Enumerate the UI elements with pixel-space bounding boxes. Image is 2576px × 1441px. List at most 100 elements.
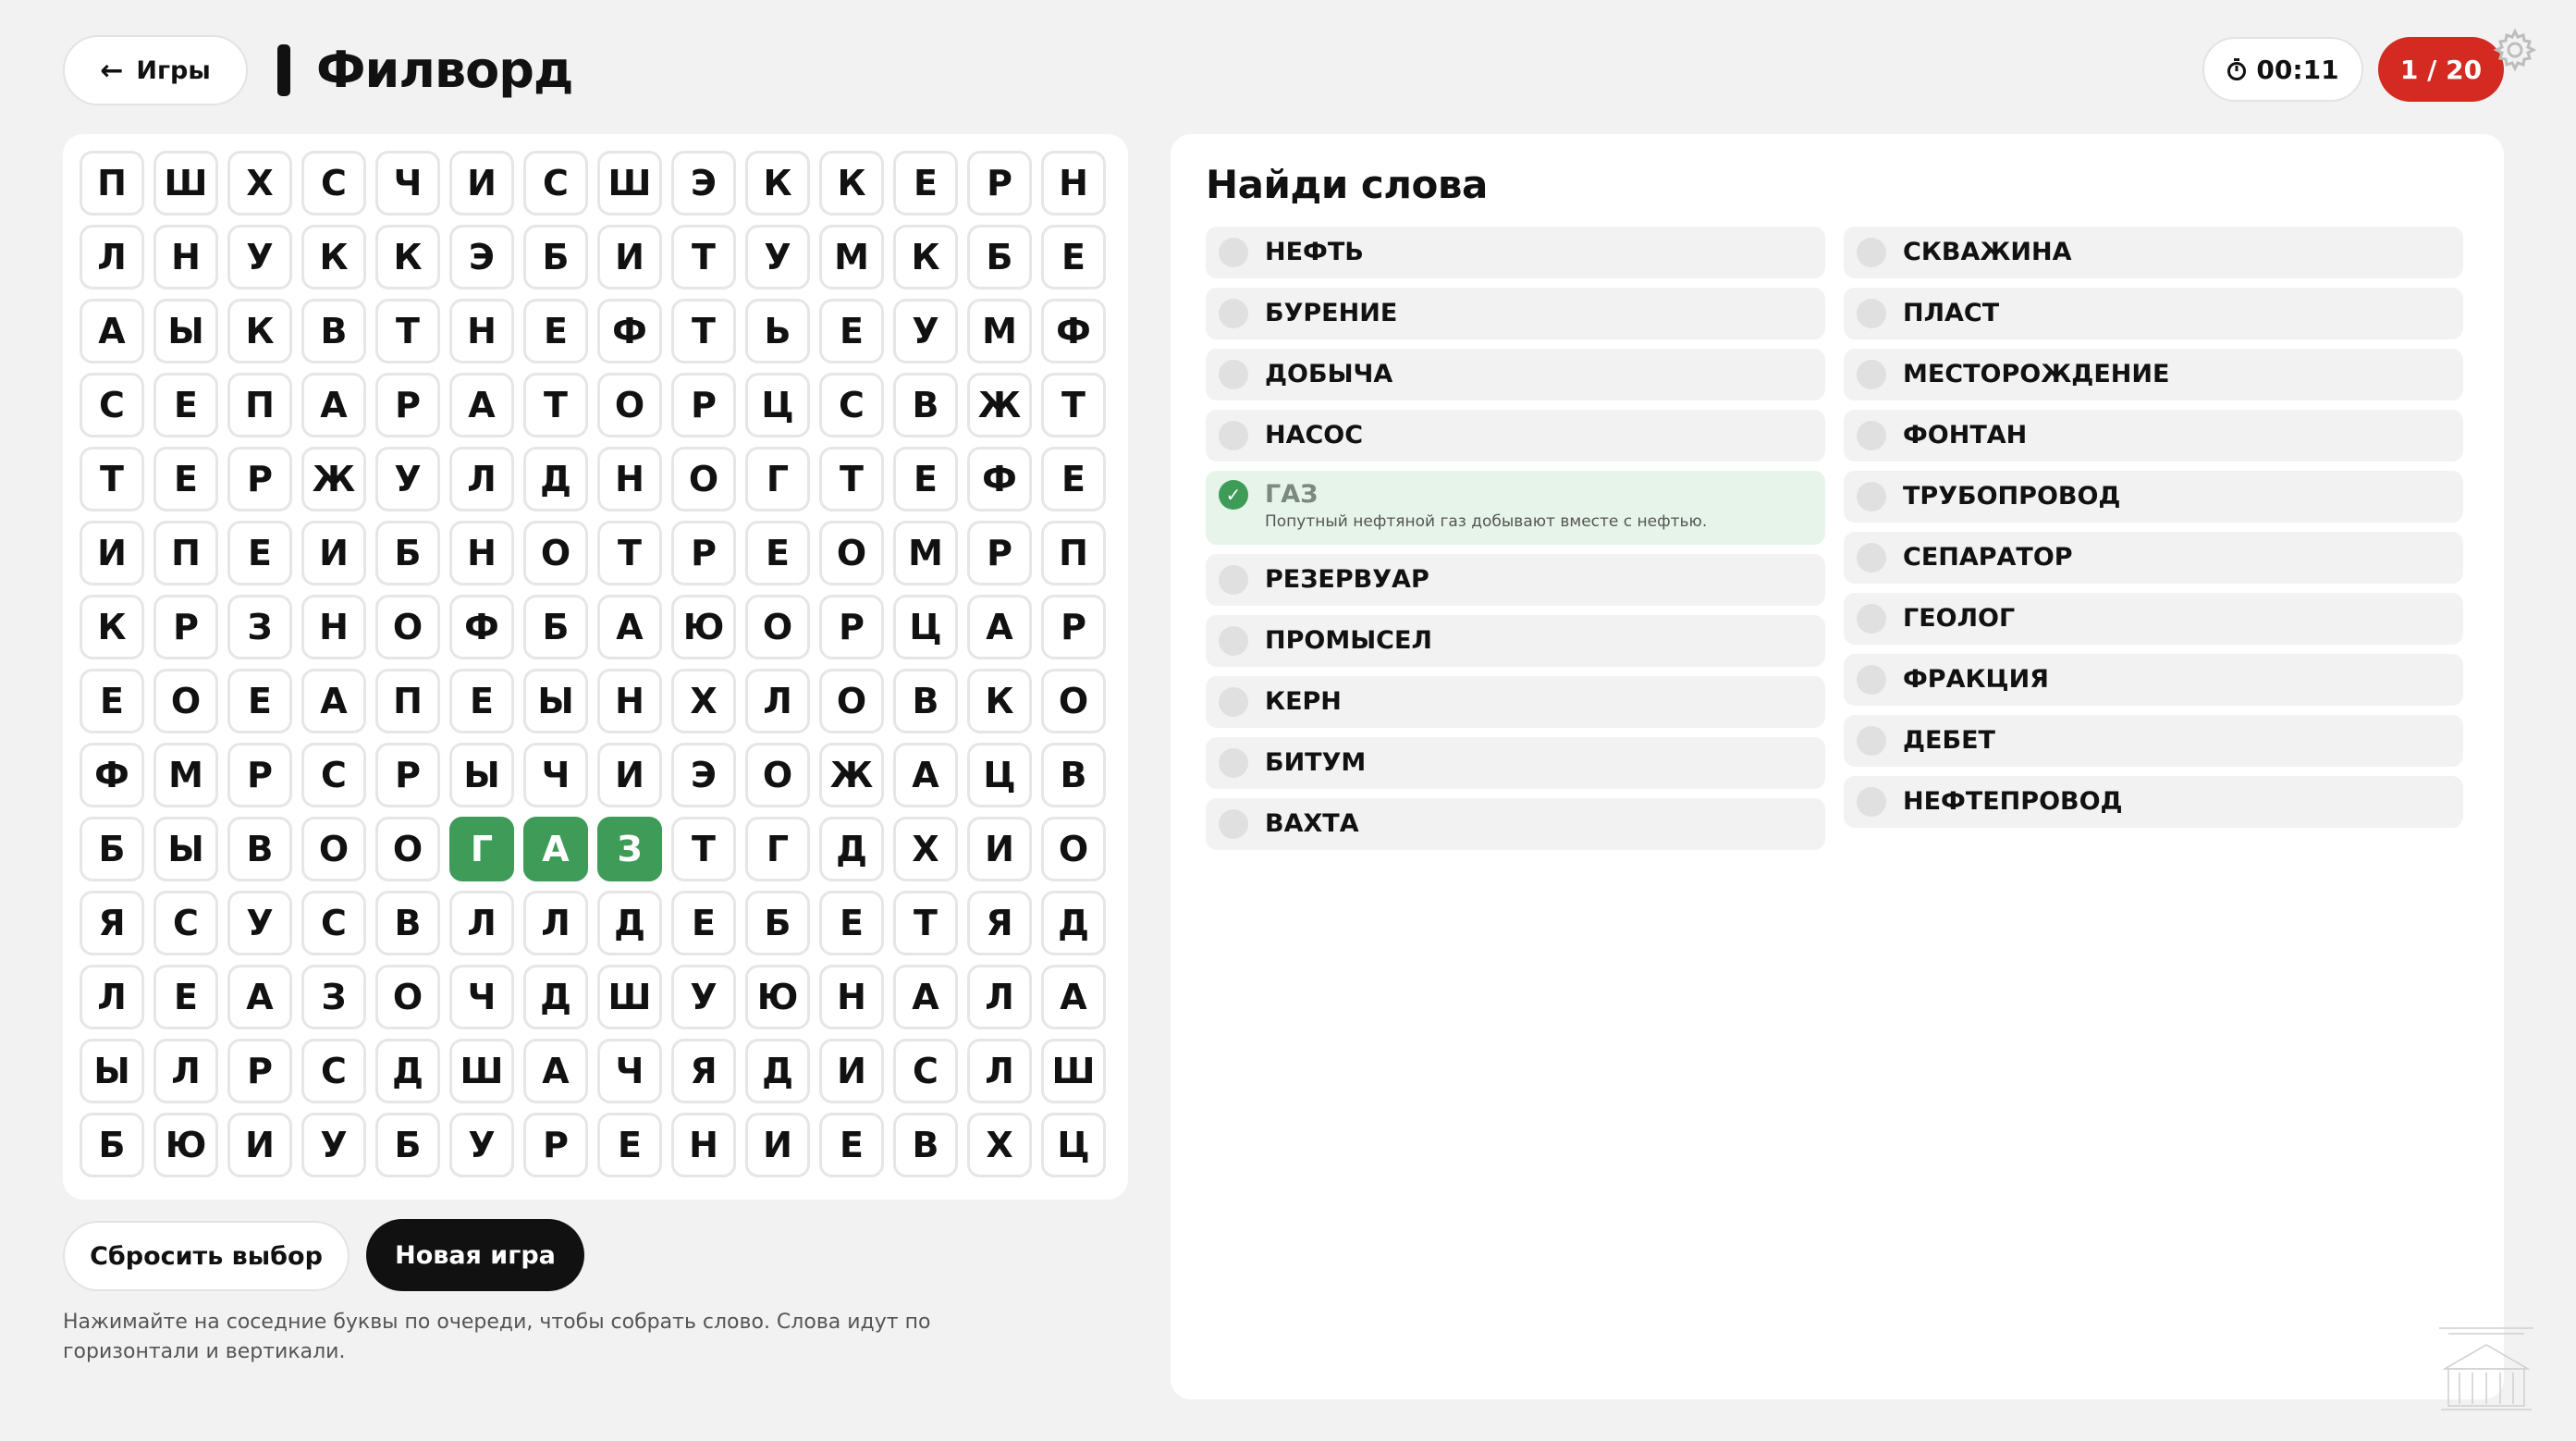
grid-cell[interactable]: Е	[1041, 447, 1106, 511]
grid-cell[interactable]: Р	[671, 373, 736, 437]
grid-cell[interactable]: Т	[1041, 373, 1106, 437]
grid-cell[interactable]: Ф	[967, 447, 1032, 511]
grid-cell[interactable]: А	[893, 743, 958, 807]
grid-cell[interactable]: Ш	[153, 151, 218, 216]
grid-cell[interactable]: И	[967, 817, 1032, 881]
grid-cell[interactable]: Н	[597, 669, 662, 733]
new-game-button[interactable]: Новая игра	[366, 1219, 584, 1291]
grid-cell[interactable]: О	[301, 817, 366, 881]
grid-cell[interactable]: Ы	[80, 1039, 144, 1103]
grid-cell[interactable]: О	[819, 669, 884, 733]
grid-cell[interactable]: У	[893, 299, 958, 363]
grid-cell[interactable]: С	[301, 743, 366, 807]
grid-cell[interactable]: О	[523, 521, 588, 585]
grid-cell[interactable]: Н	[1041, 151, 1106, 216]
grid-cell[interactable]: Л	[449, 447, 514, 511]
grid-cell[interactable]: Я	[671, 1039, 736, 1103]
grid-cell[interactable]: Л	[80, 965, 144, 1029]
grid-cell[interactable]: А	[523, 1039, 588, 1103]
grid-cell[interactable]: А	[449, 373, 514, 437]
grid-cell[interactable]: А	[301, 669, 366, 733]
grid-cell[interactable]: Р	[227, 743, 292, 807]
grid-cell[interactable]: У	[227, 225, 292, 289]
grid-cell[interactable]: Я	[80, 891, 144, 955]
grid-cell[interactable]: Т	[523, 373, 588, 437]
grid-cell[interactable]: Д	[523, 447, 588, 511]
grid-cell[interactable]: Ы	[153, 817, 218, 881]
grid-cell[interactable]: Ы	[153, 299, 218, 363]
grid-cell[interactable]: П	[375, 669, 440, 733]
grid-cell[interactable]: Ф	[449, 595, 514, 659]
grid-cell[interactable]: С	[301, 151, 366, 216]
grid-cell[interactable]: Е	[819, 299, 884, 363]
grid-cell[interactable]: Ш	[597, 965, 662, 1029]
grid-cell[interactable]: А	[301, 373, 366, 437]
grid-cell[interactable]: С	[819, 373, 884, 437]
grid-cell[interactable]: А	[227, 965, 292, 1029]
grid-cell[interactable]: Е	[153, 447, 218, 511]
grid-cell[interactable]: К	[745, 151, 810, 216]
grid-cell[interactable]: А	[967, 595, 1032, 659]
grid-cell[interactable]: М	[153, 743, 218, 807]
grid-cell[interactable]: Ч	[375, 151, 440, 216]
grid-cell[interactable]: Е	[819, 1113, 884, 1177]
grid-cell[interactable]: В	[227, 817, 292, 881]
grid-cell[interactable]: О	[745, 743, 810, 807]
grid-cell[interactable]: Т	[671, 817, 736, 881]
grid-cell[interactable]: Ф	[597, 299, 662, 363]
grid-cell[interactable]: Е	[745, 521, 810, 585]
grid-cell[interactable]: Е	[523, 299, 588, 363]
grid-cell[interactable]: Ш	[449, 1039, 514, 1103]
grid-cell[interactable]: Э	[449, 225, 514, 289]
grid-cell[interactable]: Г	[745, 817, 810, 881]
grid-cell[interactable]: О	[375, 965, 440, 1029]
grid-cell[interactable]: Л	[80, 225, 144, 289]
grid-cell[interactable]: Д	[597, 891, 662, 955]
grid-cell[interactable]: Б	[80, 817, 144, 881]
grid-cell[interactable]: Т	[893, 891, 958, 955]
grid-cell[interactable]: Р	[819, 595, 884, 659]
grid-cell[interactable]: Р	[523, 1113, 588, 1177]
grid-cell[interactable]: Р	[967, 151, 1032, 216]
grid-cell[interactable]: Б	[967, 225, 1032, 289]
grid-cell[interactable]: Д	[745, 1039, 810, 1103]
grid-cell[interactable]: Е	[1041, 225, 1106, 289]
grid-cell[interactable]: О	[375, 817, 440, 881]
grid-cell[interactable]: Н	[153, 225, 218, 289]
grid-cell[interactable]: Л	[967, 1039, 1032, 1103]
grid-cell[interactable]: Т	[375, 299, 440, 363]
grid-cell[interactable]: Е	[671, 891, 736, 955]
grid-cell[interactable]: М	[893, 521, 958, 585]
grid-cell[interactable]: Ш	[597, 151, 662, 216]
grid-cell[interactable]: И	[227, 1113, 292, 1177]
grid-cell[interactable]: М	[967, 299, 1032, 363]
grid-cell[interactable]: С	[893, 1039, 958, 1103]
grid-cell[interactable]: Т	[819, 447, 884, 511]
grid-cell[interactable]: Ч	[597, 1039, 662, 1103]
grid-cell[interactable]: К	[967, 669, 1032, 733]
grid-cell[interactable]: Б	[375, 521, 440, 585]
grid-cell[interactable]: С	[153, 891, 218, 955]
grid-cell[interactable]: К	[80, 595, 144, 659]
grid-cell[interactable]: Ж	[967, 373, 1032, 437]
grid-cell[interactable]: Ч	[449, 965, 514, 1029]
grid-cell[interactable]: И	[301, 521, 366, 585]
grid-cell[interactable]: А	[80, 299, 144, 363]
grid-cell[interactable]: У	[745, 225, 810, 289]
grid-cell[interactable]: Ц	[1041, 1113, 1106, 1177]
grid-cell[interactable]: О	[153, 669, 218, 733]
grid-cell[interactable]: Р	[375, 743, 440, 807]
grid-cell[interactable]: Х	[227, 151, 292, 216]
grid-cell[interactable]: Д	[1041, 891, 1106, 955]
grid-cell[interactable]: Х	[671, 669, 736, 733]
grid-cell[interactable]: Ф	[80, 743, 144, 807]
grid-cell[interactable]: Б	[80, 1113, 144, 1177]
grid-cell[interactable]: П	[227, 373, 292, 437]
grid-cell[interactable]: Ж	[301, 447, 366, 511]
grid-cell[interactable]: Ч	[523, 743, 588, 807]
grid-cell[interactable]: Т	[597, 521, 662, 585]
grid-cell[interactable]: Ю	[153, 1113, 218, 1177]
grid-cell[interactable]: К	[227, 299, 292, 363]
grid-cell[interactable]: А	[597, 595, 662, 659]
grid-cell[interactable]: Б	[745, 891, 810, 955]
